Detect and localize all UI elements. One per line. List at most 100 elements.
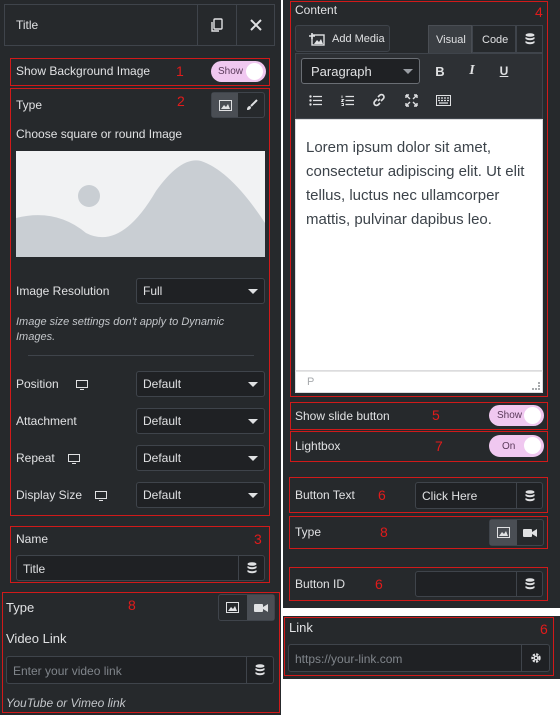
annotation-number: 6 xyxy=(540,621,548,637)
content-label: Content xyxy=(295,3,338,17)
button-type-label: Type xyxy=(295,525,322,539)
annotation-number: 8 xyxy=(128,597,136,613)
video-type-label: Type xyxy=(6,600,35,615)
toggle-text: Show xyxy=(497,410,523,421)
link-input[interactable]: https://your-link.com xyxy=(288,644,550,672)
video-link-label: Video Link xyxy=(6,631,67,646)
dynamic-tags-icon[interactable] xyxy=(246,657,273,683)
background-toggle[interactable]: Show xyxy=(211,61,266,82)
editor-body[interactable]: Lorem ipsum dolor sit amet, consectetur … xyxy=(295,119,543,371)
chevron-down-icon xyxy=(248,493,258,498)
annotation-number: 1 xyxy=(176,63,184,79)
toggle-knob xyxy=(524,437,541,454)
button-id-label: Button ID xyxy=(295,577,346,591)
image-type-label: Type xyxy=(16,98,43,112)
add-media-button[interactable]: Add Media xyxy=(295,25,390,52)
tab-visual[interactable]: Visual xyxy=(428,25,472,53)
toggle-text: Show xyxy=(218,66,244,77)
video-link-input[interactable]: Enter your video link xyxy=(6,656,274,684)
image-size-hint: Image size settings don't apply to Dynam… xyxy=(16,316,225,343)
annotation-number: 2 xyxy=(177,93,185,109)
annotation-number: 6 xyxy=(375,576,383,592)
close-icon[interactable] xyxy=(236,5,274,45)
link-icon[interactable] xyxy=(369,90,389,110)
fullscreen-icon[interactable] xyxy=(401,90,421,110)
annotation-number: 3 xyxy=(254,531,262,547)
slide-button-label: Show slide button xyxy=(295,409,390,423)
desktop-icon xyxy=(76,379,88,393)
toolbar-toggle-icon[interactable] xyxy=(433,90,453,110)
annotation-number: 5 xyxy=(432,407,440,423)
display-size-label: Display Size xyxy=(16,488,83,502)
select-value: Default xyxy=(143,414,182,428)
format-select[interactable]: Paragraph xyxy=(301,58,420,84)
image-icon[interactable] xyxy=(212,93,238,117)
name-input-value: Title xyxy=(23,562,46,576)
chevron-down-icon xyxy=(248,289,258,294)
chevron-down-icon xyxy=(248,456,258,461)
video-camera-icon[interactable] xyxy=(247,595,274,620)
select-value: Default xyxy=(143,451,182,465)
resize-handle[interactable] xyxy=(532,382,540,390)
annotation-number: 7 xyxy=(435,438,443,454)
name-label: Name xyxy=(16,532,49,546)
toggle-knob xyxy=(524,407,541,424)
bold-icon[interactable]: B xyxy=(430,60,450,82)
duplicate-icon[interactable] xyxy=(197,5,235,45)
desktop-icon xyxy=(95,490,107,504)
lightbox-label: Lightbox xyxy=(295,439,341,453)
select-value: Paragraph xyxy=(311,63,372,79)
position-label: Position xyxy=(16,377,59,391)
repeat-label: Repeat xyxy=(16,451,55,465)
choose-image-label: Choose square or round Image xyxy=(16,127,183,141)
attachment-select[interactable]: Default xyxy=(136,408,265,434)
link-label: Link xyxy=(289,620,313,635)
chevron-down-icon xyxy=(248,419,258,424)
numbered-list-icon[interactable] xyxy=(337,90,357,110)
annotation-number: 4 xyxy=(535,4,543,20)
button-text-value: Click Here xyxy=(422,489,478,503)
toggle-knob xyxy=(246,63,263,80)
underline-icon[interactable]: U xyxy=(494,60,514,82)
image-placeholder[interactable] xyxy=(16,151,265,257)
select-value: Default xyxy=(143,377,182,391)
header-title: Title xyxy=(16,18,39,32)
link-placeholder: https://your-link.com xyxy=(295,652,403,666)
annotation-number: 8 xyxy=(380,524,388,540)
chevron-down-icon xyxy=(248,382,258,387)
video-camera-icon[interactable] xyxy=(517,520,543,545)
video-link-hint: YouTube or Vimeo link xyxy=(6,696,126,710)
add-media-label: Add Media xyxy=(332,33,385,45)
repeat-select[interactable]: Default xyxy=(136,445,265,471)
editor-status-bar: P xyxy=(295,371,543,393)
select-value: Full xyxy=(143,284,163,298)
bulleted-list-icon[interactable] xyxy=(305,90,325,110)
tab-code[interactable]: Code xyxy=(472,25,516,53)
tab-code-label: Code xyxy=(482,34,509,46)
italic-icon[interactable]: I xyxy=(462,60,482,82)
slide-button-toggle[interactable]: Show xyxy=(489,405,544,426)
dynamic-tags-icon[interactable] xyxy=(516,483,542,508)
lightbox-toggle[interactable]: On xyxy=(489,435,544,457)
chevron-down-icon xyxy=(403,69,413,74)
attachment-label: Attachment xyxy=(16,414,77,428)
desktop-icon xyxy=(68,453,80,467)
position-select[interactable]: Default xyxy=(136,371,265,397)
image-icon[interactable] xyxy=(490,520,517,545)
image-icon[interactable] xyxy=(219,595,246,620)
display-size-select[interactable]: Default xyxy=(136,482,265,508)
button-text-label: Button Text xyxy=(295,488,355,502)
dynamic-tags-icon[interactable] xyxy=(238,556,265,580)
name-input[interactable]: Title xyxy=(16,555,265,581)
path-label: P xyxy=(307,376,315,388)
gear-icon[interactable] xyxy=(521,645,549,671)
resolution-select[interactable]: Full xyxy=(136,278,265,304)
video-link-placeholder: Enter your video link xyxy=(13,664,122,678)
dynamic-tags-icon[interactable] xyxy=(516,25,543,53)
select-value: Default xyxy=(143,488,182,502)
divider xyxy=(28,355,254,356)
editor-text: Lorem ipsum dolor sit amet, consectetur … xyxy=(306,139,525,228)
brush-icon[interactable] xyxy=(239,93,264,117)
resolution-label: Image Resolution xyxy=(16,284,110,298)
dynamic-tags-icon[interactable] xyxy=(516,572,542,596)
